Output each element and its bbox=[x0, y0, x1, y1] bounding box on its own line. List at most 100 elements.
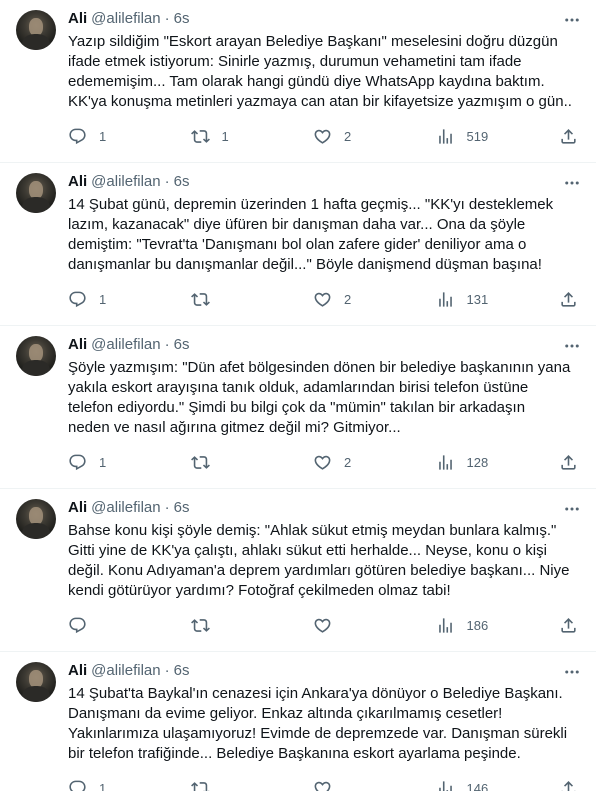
views-button[interactable]: 131 bbox=[436, 290, 496, 309]
retweet-icon bbox=[190, 455, 210, 469]
reply-button[interactable]: 1 bbox=[68, 290, 128, 309]
retweet-button[interactable] bbox=[190, 453, 251, 472]
share-button[interactable] bbox=[558, 127, 578, 146]
more-horizontal-icon[interactable] bbox=[562, 173, 582, 193]
author-name[interactable]: Ali bbox=[68, 172, 87, 192]
tweet-header: Ali @alilefilan · 6s bbox=[68, 660, 580, 682]
retweet-button[interactable] bbox=[190, 779, 251, 791]
reply-icon bbox=[69, 128, 86, 144]
reply-button[interactable]: 1 bbox=[68, 453, 128, 472]
share-button[interactable] bbox=[558, 616, 578, 635]
avatar[interactable] bbox=[16, 662, 56, 702]
view-count: 146 bbox=[466, 780, 489, 791]
timestamp[interactable]: 6s bbox=[174, 172, 190, 192]
tweet-actions: 1 2 131 bbox=[68, 283, 580, 315]
tweet-actions: 1 146 bbox=[68, 772, 580, 791]
avatar[interactable] bbox=[16, 336, 56, 376]
reply-button[interactable] bbox=[68, 616, 128, 635]
retweet-icon bbox=[190, 781, 210, 791]
tweet-actions: 1 2 128 bbox=[68, 446, 580, 478]
author-name[interactable]: Ali bbox=[68, 661, 87, 681]
tweet-header: Ali @alilefilan · 6s bbox=[68, 497, 580, 519]
views-button[interactable]: 519 bbox=[436, 127, 496, 146]
like-button[interactable]: 2 bbox=[313, 453, 373, 472]
views-chart-icon bbox=[438, 128, 452, 144]
timestamp[interactable]: 6s bbox=[174, 498, 190, 518]
like-button[interactable]: 2 bbox=[313, 127, 373, 146]
author-handle[interactable]: @alilefilan bbox=[91, 661, 160, 681]
author-name[interactable]: Ali bbox=[68, 9, 87, 29]
share-button[interactable] bbox=[558, 779, 578, 791]
reply-icon bbox=[69, 780, 86, 791]
more-horizontal-icon[interactable] bbox=[562, 336, 582, 356]
separator-dot: · bbox=[164, 10, 170, 27]
tweet[interactable]: Ali @alilefilan · 6s 14 Şubat günü, depr… bbox=[0, 163, 596, 326]
reply-icon bbox=[69, 291, 86, 307]
like-button[interactable] bbox=[313, 779, 373, 791]
retweet-count: 1 bbox=[221, 128, 229, 144]
avatar[interactable] bbox=[16, 499, 56, 539]
heart-icon bbox=[314, 292, 331, 307]
like-count: 2 bbox=[344, 128, 352, 144]
tweet-actions: 1 1 2 519 bbox=[68, 120, 580, 152]
reply-count: 1 bbox=[99, 454, 107, 470]
reply-count: 1 bbox=[99, 780, 107, 791]
retweet-button[interactable] bbox=[190, 290, 251, 309]
views-chart-icon bbox=[438, 454, 452, 470]
avatar[interactable] bbox=[16, 10, 56, 50]
more-horizontal-icon[interactable] bbox=[562, 662, 582, 682]
avatar[interactable] bbox=[16, 173, 56, 213]
tweet-text: Bahse konu kişi şöyle demiş: "Ahlak süku… bbox=[68, 522, 570, 599]
tweet-actions: 186 bbox=[68, 609, 580, 641]
share-icon bbox=[561, 454, 576, 470]
timestamp[interactable]: 6s bbox=[174, 335, 190, 355]
separator-dot: · bbox=[164, 662, 170, 679]
views-chart-icon bbox=[438, 291, 452, 307]
share-button[interactable] bbox=[558, 453, 578, 472]
share-icon bbox=[561, 780, 576, 791]
retweet-icon bbox=[190, 618, 210, 632]
author-handle[interactable]: @alilefilan bbox=[91, 9, 160, 29]
tweet-header: Ali @alilefilan · 6s bbox=[68, 8, 580, 30]
like-count: 2 bbox=[344, 454, 352, 470]
reply-count: 1 bbox=[99, 128, 107, 144]
tweet-header: Ali @alilefilan · 6s bbox=[68, 334, 580, 356]
views-button[interactable]: 146 bbox=[436, 779, 496, 791]
tweet[interactable]: Ali @alilefilan · 6s Yazıp sildiğim "Esk… bbox=[0, 0, 596, 163]
timestamp[interactable]: 6s bbox=[174, 9, 190, 29]
views-chart-icon bbox=[438, 617, 452, 633]
share-icon bbox=[561, 128, 576, 144]
view-count: 519 bbox=[466, 128, 489, 144]
separator-dot: · bbox=[164, 499, 170, 516]
reply-button[interactable]: 1 bbox=[68, 127, 128, 146]
heart-icon bbox=[314, 455, 331, 470]
author-name[interactable]: Ali bbox=[68, 335, 87, 355]
view-count: 128 bbox=[466, 454, 489, 470]
tweet-thread: Ali @alilefilan · 6s Yazıp sildiğim "Esk… bbox=[0, 0, 596, 791]
author-name[interactable]: Ali bbox=[68, 498, 87, 518]
views-button[interactable]: 186 bbox=[436, 616, 496, 635]
more-horizontal-icon[interactable] bbox=[562, 10, 582, 30]
tweet[interactable]: Ali @alilefilan · 6s Bahse konu kişi şöy… bbox=[0, 489, 596, 652]
tweet-text: Şöyle yazmışım: "Dün afet bölgesinden dö… bbox=[68, 359, 571, 436]
views-button[interactable]: 128 bbox=[436, 453, 496, 472]
reply-button[interactable]: 1 bbox=[68, 779, 128, 791]
tweet[interactable]: Ali @alilefilan · 6s 14 Şubat'ta Baykal'… bbox=[0, 652, 596, 791]
tweet[interactable]: Ali @alilefilan · 6s Şöyle yazmışım: "Dü… bbox=[0, 326, 596, 489]
reply-count: 1 bbox=[99, 291, 107, 307]
retweet-button[interactable] bbox=[190, 616, 251, 635]
retweet-icon bbox=[190, 292, 210, 306]
like-button[interactable] bbox=[313, 616, 373, 635]
like-button[interactable]: 2 bbox=[313, 290, 373, 309]
view-count: 186 bbox=[466, 617, 489, 633]
retweet-button[interactable]: 1 bbox=[190, 127, 251, 146]
timestamp[interactable]: 6s bbox=[174, 661, 190, 681]
tweet-text: 14 Şubat günü, depremin üzerinden 1 haft… bbox=[68, 196, 554, 273]
author-handle[interactable]: @alilefilan bbox=[91, 172, 160, 192]
more-horizontal-icon[interactable] bbox=[562, 499, 582, 519]
author-handle[interactable]: @alilefilan bbox=[91, 498, 160, 518]
share-icon bbox=[561, 617, 576, 633]
share-button[interactable] bbox=[558, 290, 578, 309]
separator-dot: · bbox=[164, 336, 170, 353]
author-handle[interactable]: @alilefilan bbox=[91, 335, 160, 355]
